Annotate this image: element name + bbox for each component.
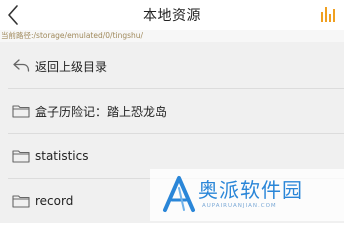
equalizer-icon [321, 7, 335, 22]
watermark: 奥派软件园 AUPAIRUANJIAN.COM [162, 172, 340, 218]
equalizer-button[interactable] [319, 4, 339, 24]
page-title: 本地资源 [143, 8, 201, 24]
app-header: 本地资源 [0, 0, 344, 30]
current-path: 当前路径:/storage/emulated/0/tingshu/ [0, 30, 344, 42]
list-item-parent-dir[interactable]: 返回上级目录 [0, 44, 344, 88]
folder-icon [11, 147, 31, 165]
folder-icon [11, 192, 31, 210]
list-item-label: 盒子历险记：踏上恐龙岛 [35, 104, 168, 119]
list-item-folder[interactable]: 盒子历险记：踏上恐龙岛 [0, 89, 344, 133]
watermark-logo-icon [163, 176, 195, 212]
list-item-label: record [35, 194, 74, 208]
list-item-label: 返回上级目录 [35, 59, 108, 74]
watermark-text: 奥派软件园 [198, 178, 303, 202]
folder-icon [11, 102, 31, 120]
watermark-subtext: AUPAIRUANJIAN.COM [202, 203, 277, 209]
list-item-label: statistics [35, 149, 89, 163]
return-arrow-icon [11, 57, 31, 75]
